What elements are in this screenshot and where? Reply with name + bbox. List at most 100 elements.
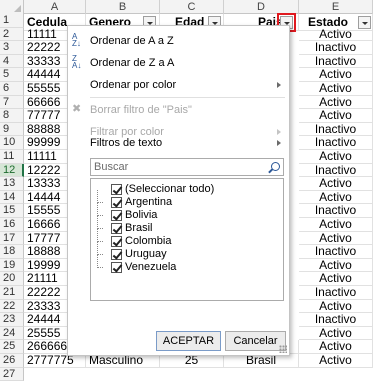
menu-label: Ordenar por color: [90, 79, 177, 91]
row-header[interactable]: 25: [0, 340, 24, 354]
cell-estado[interactable]: Activo: [299, 150, 373, 164]
search-placeholder: Buscar: [94, 161, 129, 173]
sort-z-a-item[interactable]: Z A↓ Ordenar de Z a A: [68, 52, 289, 74]
checkbox[interactable]: [111, 262, 122, 273]
cell-estado[interactable]: Activo: [299, 340, 373, 354]
sort-ascending-icon: A Z↓: [72, 32, 81, 48]
row-header[interactable]: 22: [0, 299, 24, 314]
cell-edad[interactable]: 25: [160, 354, 224, 368]
row-header[interactable]: 20: [0, 272, 24, 286]
sort-a-z-item[interactable]: A Z↓ Ordenar de A a Z: [68, 30, 289, 52]
row-header[interactable]: 18: [0, 245, 24, 259]
cell-estado[interactable]: Inactivo: [299, 41, 373, 55]
cell-cedula[interactable]: 2777775: [24, 354, 86, 368]
row-header[interactable]: 16: [0, 218, 24, 232]
accept-button[interactable]: ACEPTAR: [156, 331, 221, 351]
column-header-bar: A B C D E: [0, 0, 373, 14]
cell-estado[interactable]: Activo: [299, 109, 373, 123]
checkbox[interactable]: [111, 197, 122, 208]
tree-line: [97, 203, 103, 216]
cell-estado[interactable]: Inactivo: [299, 136, 373, 150]
cell-estado[interactable]: Inactivo: [299, 313, 373, 327]
row-header[interactable]: 1: [0, 14, 24, 28]
cell-estado[interactable]: Inactivo: [299, 122, 373, 137]
row-header[interactable]: 26: [0, 354, 24, 368]
column-header-e[interactable]: E: [299, 0, 373, 14]
cell-estado[interactable]: Activo: [299, 354, 373, 368]
cell-estado[interactable]: Inactivo: [299, 286, 373, 300]
column-header-c[interactable]: C: [160, 0, 224, 14]
tree-line: [97, 190, 103, 203]
option-label: Uruguay: [125, 248, 167, 260]
row-header[interactable]: 4: [0, 54, 24, 69]
cell-estado[interactable]: Inactivo: [299, 245, 373, 259]
option-label: (Seleccionar todo): [125, 183, 215, 195]
row-header[interactable]: 24: [0, 326, 24, 341]
row-header[interactable]: 21: [0, 286, 24, 300]
checkbox[interactable]: [111, 223, 122, 234]
cell-estado[interactable]: Activo: [299, 231, 373, 246]
column-header-d[interactable]: D: [224, 0, 299, 14]
cell-pais[interactable]: Brasil: [224, 354, 299, 368]
cell-estado[interactable]: Activo: [299, 177, 373, 191]
menu-label: Filtros de texto: [90, 137, 163, 149]
row-header[interactable]: 8: [0, 109, 24, 123]
cell-estado[interactable]: Activo: [299, 95, 373, 110]
cell-genero[interactable]: Masculino: [86, 354, 160, 368]
tree-line: [97, 216, 103, 229]
cell-estado[interactable]: Inactivo: [299, 204, 373, 218]
select-all-corner[interactable]: [0, 0, 24, 14]
row-header[interactable]: 10: [0, 136, 24, 150]
row-header[interactable]: 27: [0, 367, 24, 381]
cell-estado[interactable]: Activo: [299, 258, 373, 273]
checkbox[interactable]: [111, 184, 122, 195]
cell-estado[interactable]: Activo: [299, 299, 373, 314]
cell-estado[interactable]: Activo: [299, 82, 373, 96]
row-header[interactable]: 2: [0, 27, 24, 42]
option-label: Colombia: [125, 235, 172, 247]
row-header[interactable]: 11: [0, 150, 24, 164]
option-label: Bolivia: [125, 209, 158, 221]
submenu-arrow-icon: [277, 140, 281, 146]
tree-line: [97, 255, 103, 268]
filter-menu: A Z↓ Ordenar de A a Z Z A↓ Ordenar de Z a …: [67, 25, 290, 356]
checkbox[interactable]: [111, 236, 122, 247]
menu-label: Borrar filtro de "Pais": [90, 104, 192, 116]
cell-estado[interactable]: Activo: [299, 68, 373, 82]
checkbox[interactable]: [111, 210, 122, 221]
row-header[interactable]: 5: [0, 68, 24, 82]
row-header[interactable]: 9: [0, 122, 24, 137]
cell-estado[interactable]: Inactivo: [299, 54, 373, 69]
column-header-a[interactable]: A: [24, 0, 86, 14]
row-header[interactable]: 23: [0, 313, 24, 327]
column-header-b[interactable]: B: [86, 0, 160, 14]
checkbox[interactable]: [111, 249, 122, 260]
row-header[interactable]: 19: [0, 258, 24, 273]
search-icon: [271, 162, 280, 171]
text-filters-item[interactable]: Filtros de texto: [68, 132, 289, 154]
cell-estado[interactable]: Inactivo: [299, 163, 373, 178]
tree-line: [97, 229, 103, 242]
row-header[interactable]: 12: [0, 163, 24, 178]
row-header[interactable]: 15: [0, 204, 24, 218]
option-label: Venezuela: [125, 261, 177, 273]
cell-estado[interactable]: Activo: [299, 326, 373, 341]
cell-estado[interactable]: Activo: [299, 218, 373, 232]
row-header[interactable]: 7: [0, 95, 24, 110]
row-header[interactable]: 6: [0, 82, 24, 96]
clear-filter-icon: ✖: [72, 103, 82, 115]
sort-by-color-item[interactable]: Ordenar por color: [68, 74, 289, 96]
row-header[interactable]: 14: [0, 190, 24, 205]
row-header[interactable]: 17: [0, 231, 24, 246]
value-checklist: (Seleccionar todo) Argentina Bolivia Bra…: [90, 178, 284, 301]
resize-grip-icon[interactable]: [279, 345, 287, 353]
option-label: Argentina: [125, 196, 173, 208]
cell-estado[interactable]: Activo: [299, 27, 373, 42]
search-input[interactable]: Buscar: [90, 158, 284, 176]
cell-estado[interactable]: Activo: [299, 190, 373, 205]
cancel-button[interactable]: Cancelar: [225, 331, 286, 351]
cell-estado[interactable]: Activo: [299, 272, 373, 286]
menu-label: Ordenar de Z a A: [90, 57, 175, 69]
row-header[interactable]: 13: [0, 177, 24, 191]
row-header[interactable]: 3: [0, 41, 24, 55]
